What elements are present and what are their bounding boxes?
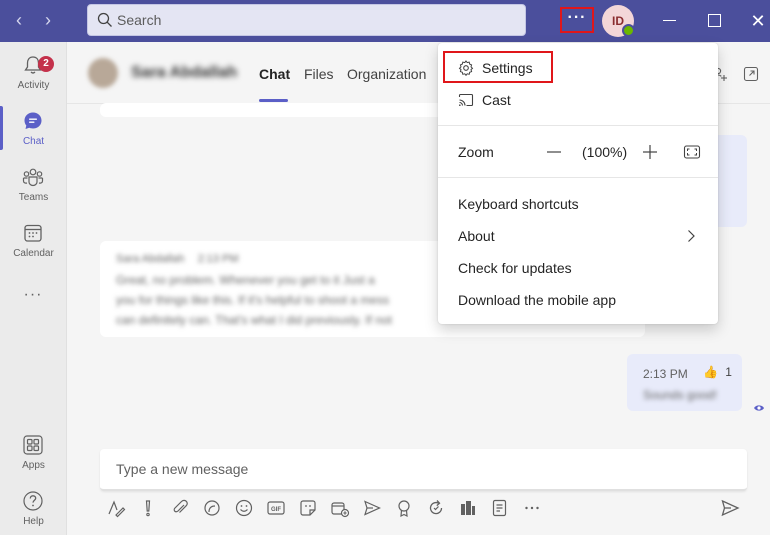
attach-icon[interactable]	[170, 498, 190, 518]
zoom-in-icon[interactable]	[640, 142, 660, 162]
like-reaction[interactable]: 👍 1	[703, 365, 732, 379]
svg-text:GIF: GIF	[271, 507, 281, 513]
gear-icon	[458, 60, 474, 76]
menu-divider	[438, 177, 718, 178]
rail-item-chat[interactable]: Chat	[0, 106, 67, 156]
chat-icon	[24, 112, 42, 129]
send-icon[interactable]	[720, 498, 740, 518]
updates-icon[interactable]	[426, 498, 446, 518]
tab-chat[interactable]: Chat	[259, 66, 290, 82]
loop-icon[interactable]	[202, 498, 222, 518]
rail-item-label: Activity	[17, 80, 50, 91]
tab-files[interactable]: Files	[304, 66, 334, 82]
format-icon[interactable]	[106, 498, 126, 518]
back-button[interactable]: ‹	[8, 8, 30, 32]
menu-item-download-mobile-app[interactable]: Download the mobile app	[438, 284, 718, 316]
pop-out-icon[interactable]	[743, 66, 759, 82]
close-window-button[interactable]: ✕	[745, 8, 770, 34]
compose-box[interactable]	[100, 449, 747, 491]
message-text-line: Great, no problem. Whenever you get to i…	[116, 273, 375, 287]
rail-item-teams[interactable]: Teams	[0, 162, 67, 212]
search-input[interactable]	[117, 5, 517, 35]
settings-and-more-button[interactable]: ···	[560, 7, 594, 33]
settings-and-more-menu: Settings Cast Zoom (100%) Keyboard short…	[438, 43, 718, 324]
forms-icon[interactable]	[490, 498, 510, 518]
rail-item-label: Calendar	[13, 248, 54, 259]
chevron-right-icon	[688, 230, 695, 242]
rail-item-label: Chat	[22, 136, 45, 147]
message-time: 2:13 PM	[197, 253, 239, 265]
reaction-count: 1	[725, 365, 732, 379]
menu-item-cast[interactable]: Cast	[438, 84, 718, 116]
search-icon	[97, 12, 112, 27]
menu-divider	[438, 125, 718, 126]
message-text-line: you for things like this. If it's helpfu…	[116, 293, 390, 307]
active-tab-indicator	[259, 99, 288, 102]
rail-item-apps[interactable]: Apps	[0, 430, 67, 480]
maximize-button[interactable]	[701, 8, 727, 34]
app-bar: 2 Activity Chat Teams Calendar ··· Apps …	[0, 42, 67, 535]
menu-item-settings[interactable]: Settings	[438, 52, 718, 84]
more-apps-button[interactable]: ···	[18, 286, 48, 306]
forward-button[interactable]: ›	[37, 8, 59, 32]
help-icon	[23, 491, 43, 511]
menu-item-zoom: Zoom	[438, 136, 718, 168]
minimize-button[interactable]	[657, 8, 683, 34]
emoji-icon[interactable]	[234, 498, 254, 518]
praise-icon[interactable]	[394, 498, 414, 518]
menu-item-label: Download the mobile app	[458, 292, 616, 308]
menu-item-label: Cast	[482, 92, 511, 108]
rail-item-calendar[interactable]: Calendar	[0, 218, 67, 268]
gif-icon[interactable]: GIF	[266, 498, 286, 518]
cast-icon	[458, 93, 474, 107]
menu-item-about[interactable]: About	[438, 220, 718, 252]
message-sender: Sara Abdallah	[116, 253, 185, 265]
calendar-icon	[24, 224, 42, 242]
meet-now-icon[interactable]	[330, 498, 350, 518]
approvals-icon[interactable]	[458, 498, 478, 518]
contact-name[interactable]: Sara Abdallah	[131, 64, 237, 82]
priority-icon[interactable]	[138, 498, 158, 518]
teams-icon	[22, 168, 44, 187]
menu-item-label: Settings	[482, 60, 533, 76]
thumbs-up-icon: 👍	[703, 365, 718, 379]
tab-organization[interactable]: Organization	[347, 66, 426, 82]
menu-item-label: Zoom	[458, 144, 494, 160]
message-input[interactable]	[116, 449, 716, 489]
rail-item-label: Apps	[22, 460, 45, 471]
previous-message-card	[100, 103, 470, 117]
menu-item-check-for-updates[interactable]: Check for updates	[438, 252, 718, 284]
seen-eye-icon	[754, 405, 764, 411]
menu-item-label: Check for updates	[458, 260, 572, 276]
menu-item-keyboard-shortcuts[interactable]: Keyboard shortcuts	[438, 188, 718, 220]
schedule-send-icon[interactable]	[362, 498, 382, 518]
apps-icon	[23, 435, 43, 455]
presence-available-icon	[622, 24, 635, 37]
zoom-level: (100%)	[582, 144, 628, 160]
message-time: 2:13 PM	[643, 367, 688, 381]
rail-item-label: Help	[23, 516, 44, 527]
search-box[interactable]	[87, 4, 526, 36]
rail-item-label: Teams	[18, 192, 49, 203]
sticker-icon[interactable]	[298, 498, 318, 518]
own-message-card[interactable]: 2:13 PM 👍 1 Sounds good!	[627, 354, 742, 411]
more-options-icon[interactable]	[522, 498, 542, 518]
zoom-out-icon[interactable]	[544, 142, 564, 162]
rail-item-help[interactable]: Help	[0, 486, 67, 535]
message-text-line: can definitely can. That's what I did pr…	[116, 313, 392, 327]
activity-badge: 2	[38, 56, 54, 72]
title-bar: ‹ › ··· ID ✕	[0, 0, 770, 42]
menu-item-label: Keyboard shortcuts	[458, 196, 579, 212]
rail-item-activity[interactable]: 2 Activity	[0, 50, 67, 100]
menu-item-label: About	[458, 228, 495, 244]
message-text: Sounds good!	[643, 388, 718, 402]
contact-avatar[interactable]	[88, 58, 118, 88]
fit-to-window-icon[interactable]	[682, 142, 702, 162]
